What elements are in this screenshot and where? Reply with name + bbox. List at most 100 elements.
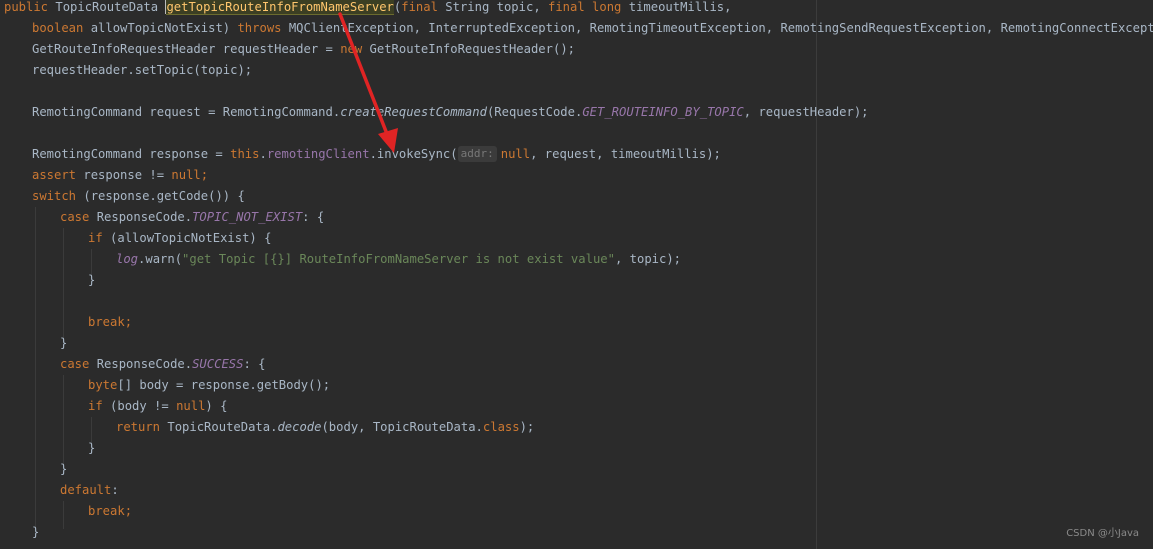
keyword: final	[548, 0, 585, 14]
keyword: class	[482, 420, 520, 434]
keyword: break	[88, 504, 125, 518]
code-line-23[interactable]: }	[32, 522, 39, 543]
indent-guide	[63, 501, 64, 529]
code-line-2[interactable]: boolean allowTopicNotExist) throws MQCli…	[32, 18, 1153, 39]
annotation-arrow	[338, 12, 398, 153]
code-line-19[interactable]: }	[88, 438, 95, 459]
code-text: , requestHeader);	[743, 105, 869, 119]
keyword: default	[60, 483, 112, 497]
keyword: null	[171, 168, 201, 182]
code-line-21[interactable]: default:	[60, 480, 119, 501]
code-text: :	[111, 483, 119, 497]
code-text: [] body = response.getBody();	[117, 378, 331, 392]
keyword: break	[88, 315, 125, 329]
code-text: : {	[243, 357, 266, 371]
method-name-highlighted[interactable]: getTopicRouteInfoFromNameServer	[166, 0, 394, 15]
string-literal: "get Topic [{}] RouteInfoFromNameServer …	[182, 252, 615, 266]
code-text: .	[259, 147, 267, 161]
code-text: }	[88, 441, 96, 455]
watermark-text: CSDN @小Java	[1066, 528, 1139, 539]
code-text: ;	[124, 504, 133, 518]
code-text: : {	[302, 210, 325, 224]
keyword: boolean	[32, 21, 84, 35]
keyword: null	[176, 399, 206, 413]
keyword: null	[500, 147, 531, 161]
code-text: (allowTopicNotExist) {	[102, 231, 272, 245]
code-line-17[interactable]: if (body != null) {	[88, 396, 227, 417]
keyword: this	[230, 147, 260, 161]
code-text: MQClientException, InterruptedException,…	[281, 21, 1153, 35]
keyword: switch	[32, 189, 77, 203]
constant: SUCCESS	[192, 357, 244, 371]
keyword: return	[116, 420, 161, 434]
keyword: if	[88, 399, 103, 413]
code-line-11[interactable]: log.warn("get Topic [{}] RouteInfoFromNa…	[116, 249, 681, 270]
keyword: case	[60, 357, 90, 371]
code-text: ResponseCode.	[89, 210, 193, 224]
static-method-call: decode	[277, 420, 322, 434]
code-text: RemotingCommand response =	[32, 147, 231, 161]
code-text: response !=	[76, 168, 172, 182]
code-text: (RequestCode.	[486, 105, 583, 119]
keyword: public	[4, 0, 49, 14]
indent-guide	[63, 375, 64, 465]
code-text: }	[60, 462, 68, 476]
field-reference: log	[116, 252, 139, 266]
code-line-18[interactable]: return TopicRouteData.decode(body, Topic…	[116, 417, 534, 438]
code-line-14[interactable]: }	[60, 333, 67, 354]
code-text: ResponseCode.	[89, 357, 193, 371]
code-line-4[interactable]: requestHeader.setTopic(topic);	[32, 60, 252, 81]
code-text: }	[60, 336, 68, 350]
code-line-3[interactable]: GetRouteInfoRequestHeader requestHeader …	[32, 39, 575, 60]
indent-guide	[63, 228, 64, 340]
code-text: ) {	[205, 399, 228, 413]
keyword: new	[340, 42, 363, 56]
code-text: , topic);	[614, 252, 682, 266]
code-text: , request, timeoutMillis);	[530, 147, 721, 161]
code-line-1[interactable]: public TopicRouteData getTopicRouteInfoF…	[4, 0, 731, 18]
code-text: .warn(	[138, 252, 183, 266]
code-text: GetRouteInfoRequestHeader requestHeader …	[32, 42, 341, 56]
code-line-12[interactable]: }	[88, 270, 95, 291]
code-line-10[interactable]: if (allowTopicNotExist) {	[88, 228, 271, 249]
keyword: final	[401, 0, 438, 14]
keyword: case	[60, 210, 90, 224]
code-line-9[interactable]: case ResponseCode.TOPIC_NOT_EXIST: {	[60, 207, 324, 228]
constant: TOPIC_NOT_EXIST	[192, 210, 303, 224]
code-text: .invokeSync(	[369, 147, 458, 161]
constant: GET_ROUTEINFO_BY_TOPIC	[582, 105, 744, 119]
keyword: if	[88, 231, 103, 245]
indent-guide	[35, 207, 36, 529]
code-editor[interactable]: public TopicRouteData getTopicRouteInfoF…	[0, 0, 1153, 549]
keyword: assert	[32, 168, 77, 182]
code-line-22[interactable]: break;	[88, 501, 132, 522]
code-line-7[interactable]: assert response != null;	[32, 165, 208, 186]
code-text: allowTopicNotExist)	[83, 21, 238, 35]
code-line-5[interactable]: RemotingCommand request = RemotingComman…	[32, 102, 869, 123]
code-line-15[interactable]: case ResponseCode.SUCCESS: {	[60, 354, 265, 375]
code-text: timeoutMillis,	[621, 0, 732, 14]
code-line-20[interactable]: }	[60, 459, 67, 480]
code-line-6[interactable]: RemotingCommand response = this.remoting…	[32, 144, 721, 165]
code-text: TopicRouteData.	[160, 420, 278, 434]
code-text: String topic,	[437, 0, 548, 14]
field-reference: remotingClient	[266, 147, 370, 161]
code-line-16[interactable]: byte[] body = response.getBody();	[88, 375, 330, 396]
static-method-call: createRequestCommand	[340, 105, 487, 119]
code-text: ;	[124, 315, 133, 329]
parameter-hint: addr:	[457, 146, 497, 162]
code-text: (body !=	[102, 399, 177, 413]
code-text: GetRouteInfoRequestHeader();	[362, 42, 575, 56]
code-text: RemotingCommand request = RemotingComman…	[32, 105, 341, 119]
code-text: }	[88, 273, 96, 287]
code-text: TopicRouteData	[48, 0, 166, 14]
code-text: );	[519, 420, 535, 434]
keyword: byte	[88, 378, 118, 392]
code-text: (response.getCode()) {	[76, 189, 245, 203]
code-text: requestHeader.setTopic(topic);	[32, 63, 253, 77]
code-line-13[interactable]: break;	[88, 312, 132, 333]
code-line-8[interactable]: switch (response.getCode()) {	[32, 186, 245, 207]
code-text: }	[32, 525, 40, 539]
right-margin-guide	[816, 0, 817, 549]
